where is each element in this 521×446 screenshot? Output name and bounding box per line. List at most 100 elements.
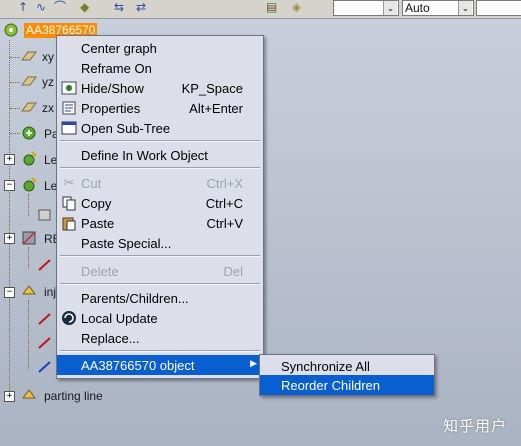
menu-separator	[60, 350, 260, 352]
part-root-icon	[4, 23, 18, 37]
menu-item-paste[interactable]: Paste Ctrl+V	[57, 213, 263, 233]
toolbar-combo-auto[interactable]: Auto ⌄	[402, 0, 474, 16]
menu-item-label: Paste Special...	[81, 236, 172, 251]
menu-item-cut[interactable]: ✂ Cut Ctrl+X	[57, 173, 263, 193]
toolbar-paint-icon[interactable]: ◈	[292, 0, 301, 14]
collapse-minus-icon[interactable]: −	[4, 180, 15, 191]
menu-item-center-graph[interactable]: Center graph	[57, 38, 263, 58]
menu-item-label: Parents/Children...	[81, 291, 189, 306]
tree-connector	[28, 194, 29, 216]
menu-separator	[60, 140, 260, 142]
tree-branch	[10, 57, 20, 58]
toolbar-combo-empty[interactable]: ⌄	[333, 0, 399, 16]
menu-item-label: Define In Work Object	[81, 148, 208, 163]
watermark: 知乎用户	[442, 417, 507, 435]
menu-item-shortcut: Alt+Enter	[189, 101, 243, 116]
menu-item-delete[interactable]: Delete Del	[57, 261, 263, 281]
geometric-set-icon	[22, 285, 36, 295]
menu-item-label: Properties	[81, 101, 141, 116]
context-menu: Center graph Reframe On Hide/Show KP_Spa…	[56, 35, 264, 379]
toolbar-flip-icon[interactable]: ⇄	[136, 0, 146, 14]
toolbar-sketch-icon[interactable]: ⌒	[54, 0, 66, 14]
properties-icon	[62, 101, 76, 115]
line-feature-icon	[38, 313, 51, 325]
menu-item-open-subtree[interactable]: Open Sub-Tree	[57, 118, 263, 138]
menu-separator	[60, 283, 260, 285]
copy-icon	[62, 196, 76, 211]
plane-icon	[21, 76, 37, 86]
menu-item-reframe-on[interactable]: Reframe On	[57, 58, 263, 78]
menu-item-define-in-work-object[interactable]: Define In Work Object	[57, 145, 263, 165]
tree-item-label[interactable]: parting line	[44, 389, 103, 403]
tree-branch	[10, 82, 20, 83]
tree-item-label[interactable]: yz	[42, 75, 54, 89]
toolbar-combo-auto-value: Auto	[405, 1, 430, 15]
menu-item-label: Local Update	[81, 311, 158, 326]
menu-item-label: Copy	[81, 196, 112, 211]
toolbar-combo-lines[interactable]	[476, 0, 521, 16]
chevron-down-icon: ⌄	[458, 1, 472, 15]
toolbar-swap-icon[interactable]: ⇆	[114, 0, 124, 14]
expand-plus-icon[interactable]: +	[4, 154, 15, 165]
geometric-set-icon	[22, 389, 36, 399]
menu-item-replace[interactable]: Replace...	[57, 328, 263, 348]
submenu-item-label: Reorder Children	[281, 378, 380, 393]
line-feature-icon	[38, 337, 51, 349]
reference-icon	[22, 231, 36, 245]
menu-item-shortcut: Ctrl+X	[206, 176, 243, 191]
toolbar-eraser-icon[interactable]: ◆	[80, 0, 89, 14]
menu-item-shortcut: Del	[223, 264, 243, 279]
submenu-item-label: Synchronize All	[281, 359, 370, 374]
submenu-item-reorder-children[interactable]: Reorder Children	[260, 375, 434, 395]
geometric-set-icon	[23, 177, 37, 192]
scissors-icon: ✂	[63, 175, 75, 190]
menu-item-properties[interactable]: Properties Alt+Enter	[57, 98, 263, 118]
open-subtree-icon	[61, 121, 77, 135]
expand-plus-icon[interactable]: +	[4, 391, 15, 402]
menu-item-label: Cut	[81, 176, 102, 191]
tree-item-label[interactable]: zx	[42, 101, 54, 115]
tree-item-label[interactable]: xy	[42, 50, 54, 64]
menu-separator	[60, 167, 260, 169]
toolbar-curve-icon[interactable]: ∿	[36, 0, 46, 14]
menu-item-copy[interactable]: Copy Ctrl+C	[57, 193, 263, 213]
menu-item-label: Paste	[81, 216, 115, 231]
menu-item-hide-show[interactable]: Hide/Show KP_Space	[57, 78, 263, 98]
chevron-down-icon: ⌄	[383, 1, 397, 15]
collapse-minus-icon[interactable]: −	[4, 287, 15, 298]
plane-icon	[21, 51, 37, 61]
menu-item-object-submenu[interactable]: AA38766570 object ▶	[57, 355, 263, 375]
surface-icon	[38, 209, 51, 221]
menu-item-label: Reframe On	[81, 61, 152, 76]
menu-item-shortcut: Ctrl+V	[206, 216, 243, 231]
tree-item-label[interactable]: inj	[44, 285, 56, 299]
menu-item-label: Open Sub-Tree	[81, 121, 171, 136]
menu-item-parents-children[interactable]: Parents/Children...	[57, 288, 263, 308]
toolbar: ↑ ∿ ⌒ ◆ ⇆ ⇄ ▤ ◈ ⌄ Auto ⌄	[0, 0, 521, 19]
tree-branch	[10, 133, 20, 134]
tree-connector	[9, 40, 10, 395]
line-feature-icon	[38, 361, 51, 373]
expand-plus-icon[interactable]: +	[4, 233, 15, 244]
line-feature-icon	[38, 259, 51, 271]
menu-item-local-update[interactable]: Local Update	[57, 308, 263, 328]
geometric-set-icon	[23, 151, 37, 166]
object-submenu: Synchronize All Reorder Children	[259, 354, 435, 396]
paste-icon	[62, 217, 76, 231]
menu-item-label: Delete	[81, 264, 119, 279]
update-icon	[62, 311, 76, 325]
toolbar-arrow-icon[interactable]: ↑	[18, 0, 28, 14]
submenu-arrow-icon: ▶	[250, 358, 257, 368]
menu-separator	[60, 255, 260, 257]
menu-item-label: Center graph	[81, 41, 157, 56]
part-body-icon	[22, 126, 36, 140]
toolbar-layers-icon[interactable]: ▤	[266, 0, 277, 14]
menu-item-shortcut: Ctrl+C	[205, 196, 243, 211]
menu-item-paste-special[interactable]: Paste Special...	[57, 233, 263, 253]
menu-item-label: Replace...	[81, 331, 140, 346]
menu-item-label: AA38766570 object	[81, 358, 195, 373]
tree-connector	[28, 247, 29, 269]
submenu-item-synchronize-all[interactable]: Synchronize All	[260, 356, 434, 376]
tree-branch	[10, 108, 20, 109]
tree-connector	[28, 300, 29, 370]
